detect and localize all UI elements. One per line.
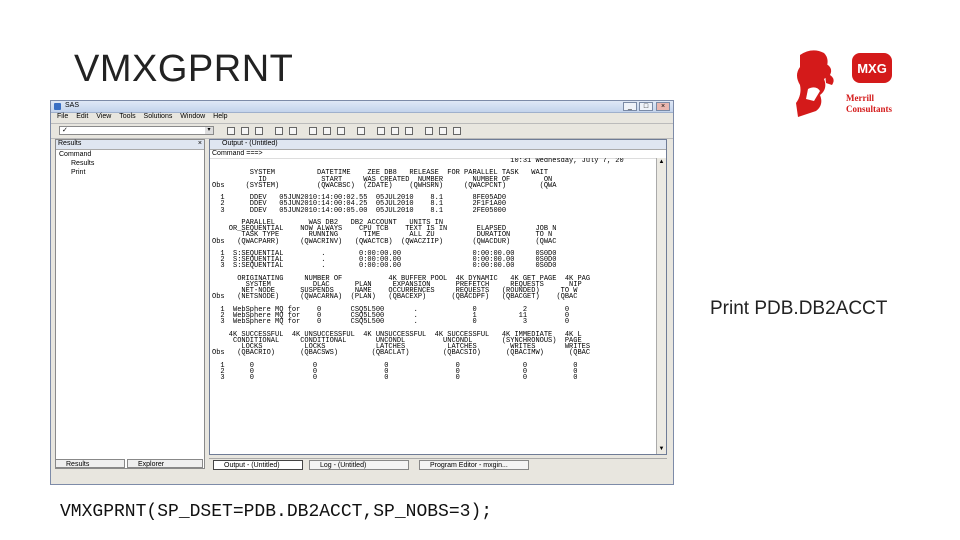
results-pane-header: Results ×: [56, 140, 204, 150]
taskbar-output[interactable]: Output - (Untitled): [213, 460, 303, 470]
scroll-down-icon[interactable]: ▼: [657, 445, 666, 454]
scroll-up-icon[interactable]: ▲: [657, 158, 666, 167]
logo-name1: Merrill: [846, 93, 874, 103]
cut-icon[interactable]: [309, 127, 317, 135]
slide-title: VMXGPRNT: [74, 48, 294, 90]
save-icon[interactable]: [255, 127, 263, 135]
taskbar-program-editor[interactable]: Program Editor - mxgin...: [419, 460, 529, 470]
menu-view[interactable]: View: [96, 113, 111, 120]
tab-explorer[interactable]: Explorer: [127, 459, 203, 468]
tree-item-label: Results: [71, 160, 95, 167]
explorer-icon[interactable]: [377, 127, 385, 135]
print-icon[interactable]: [275, 127, 283, 135]
menu-edit[interactable]: Edit: [76, 113, 88, 120]
open-icon[interactable]: [241, 127, 249, 135]
undo-icon[interactable]: [357, 127, 365, 135]
explorer-root-label: Command: [59, 151, 92, 158]
tree-item-label: Print: [71, 169, 86, 176]
sas-title: SAS: [65, 102, 80, 109]
break-icon[interactable]: [439, 127, 447, 135]
close-icon[interactable]: ×: [198, 140, 202, 147]
sas-titlebar: SAS _ □ ×: [51, 101, 673, 113]
menu-file[interactable]: File: [57, 113, 68, 120]
check-icon: ✓: [62, 127, 68, 134]
sas-window: SAS _ □ × File Edit View Tools Solutions…: [50, 100, 674, 485]
results-explorer-pane: Results × Command Results Print: [55, 139, 205, 469]
explorer-root[interactable]: Command: [56, 150, 204, 159]
new-icon[interactable]: [227, 127, 235, 135]
merrill-logo: MXG Merrill Consultants: [796, 50, 893, 117]
menu-tools[interactable]: Tools: [119, 113, 135, 120]
tree-item-results[interactable]: Results: [56, 159, 204, 168]
output-window-header: Output - (Untitled): [210, 140, 666, 150]
code-line: VMXGPRNT(SP_DSET=PDB.DB2ACCT,SP_NOBS=3);: [60, 502, 493, 522]
explorer-tabs: Results Explorer: [55, 459, 205, 469]
tree-item-print[interactable]: Print: [56, 168, 204, 177]
command-box[interactable]: ✓ ▾: [59, 126, 214, 135]
sas-app-icon: [54, 103, 61, 110]
menu-solutions[interactable]: Solutions: [144, 113, 173, 120]
results-pane-title: Results: [58, 140, 82, 147]
output-report-text: 10:31 Wednesday, July 7, 20 SYSTEM DATET…: [212, 158, 624, 383]
help-icon[interactable]: [453, 127, 461, 135]
chevron-down-icon[interactable]: ▾: [205, 127, 213, 134]
menu-window[interactable]: Window: [180, 113, 205, 120]
menu-help[interactable]: Help: [213, 113, 227, 120]
results-icon[interactable]: [391, 127, 399, 135]
paste-icon[interactable]: [337, 127, 345, 135]
close-button[interactable]: ×: [656, 102, 670, 111]
library-icon[interactable]: [405, 127, 413, 135]
window-bar: Output - (Untitled) Log - (Untitled) Pro…: [209, 458, 667, 471]
logo-name2: Consultants: [846, 104, 893, 114]
maximize-button[interactable]: □: [639, 102, 653, 111]
tab-results[interactable]: Results: [55, 459, 125, 468]
toolbar: ✓ ▾: [51, 123, 673, 139]
vertical-scrollbar[interactable]: ▲ ▼: [656, 158, 666, 454]
taskbar-log[interactable]: Log - (Untitled): [309, 460, 409, 470]
minimize-button[interactable]: _: [623, 102, 637, 111]
menubar: File Edit View Tools Solutions Window He…: [51, 113, 673, 122]
copy-icon[interactable]: [323, 127, 331, 135]
output-window: Output - (Untitled) Command ===> 10:31 W…: [209, 139, 667, 455]
preview-icon[interactable]: [289, 127, 297, 135]
slide-caption: Print PDB.DB2ACCT: [710, 298, 888, 319]
submit-icon[interactable]: [425, 127, 433, 135]
logo-mxg-text: MXG: [857, 61, 887, 76]
